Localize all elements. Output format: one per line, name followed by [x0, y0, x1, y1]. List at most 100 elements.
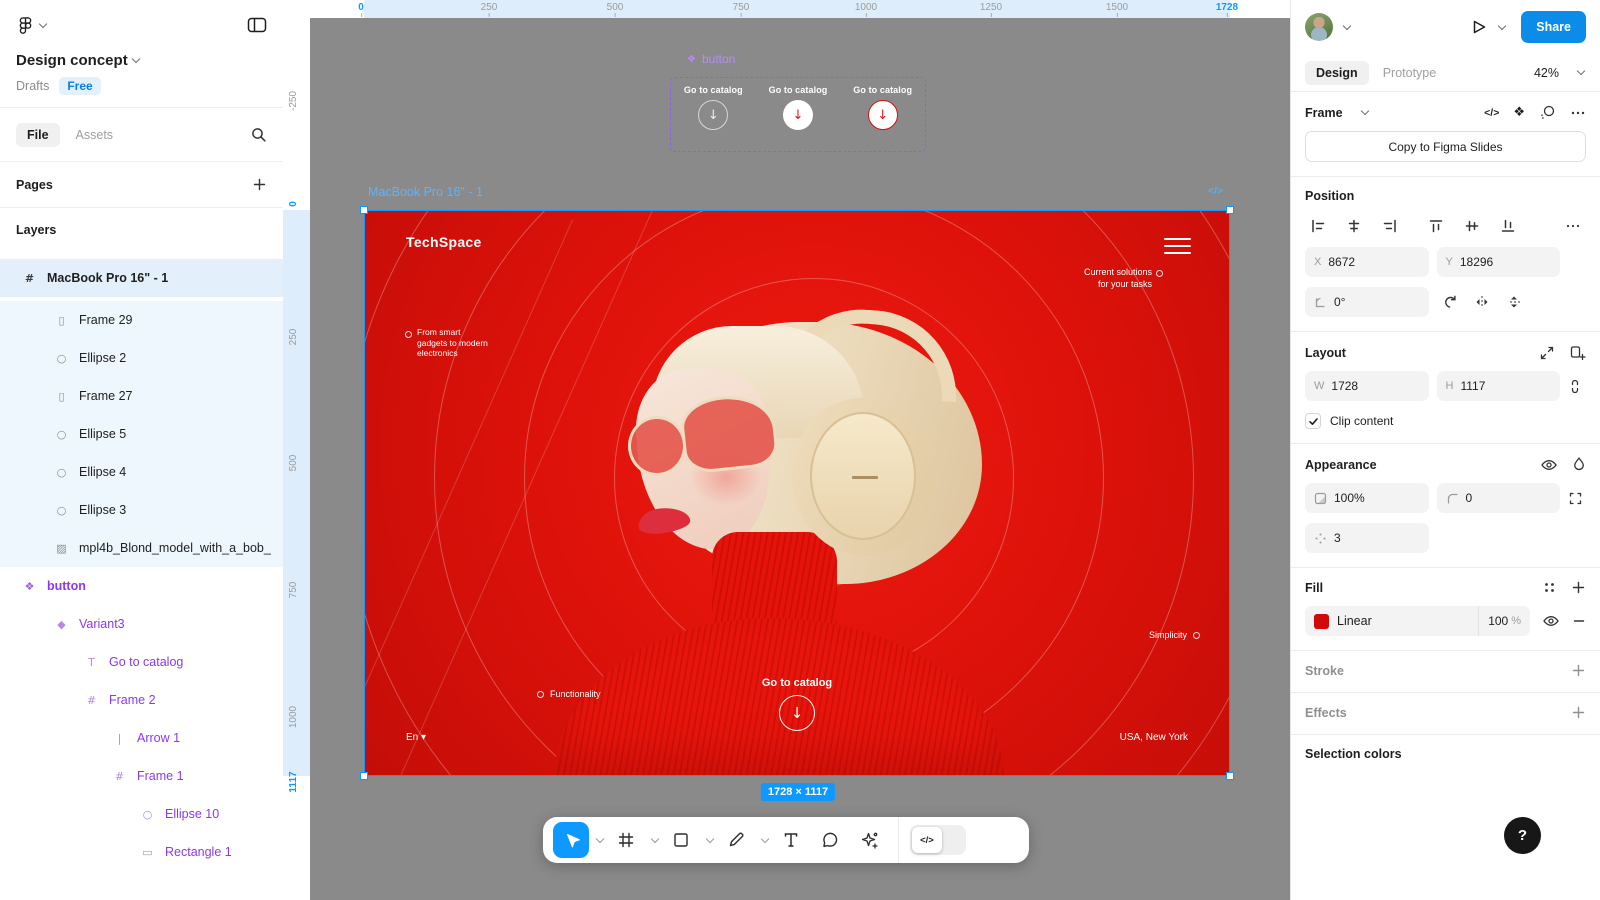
layer-row[interactable]: | Arrow 1: [0, 719, 283, 757]
chevron-down-icon[interactable]: [651, 834, 659, 842]
frame-tool-button[interactable]: [608, 822, 644, 858]
use-as-mask-icon[interactable]: [1539, 104, 1556, 121]
height-field[interactable]: H 1117: [1437, 371, 1561, 401]
hamburger-menu-icon[interactable]: [1164, 238, 1191, 259]
y-position-field[interactable]: Y 18296: [1437, 247, 1561, 277]
align-h-center-button[interactable]: [1341, 215, 1367, 237]
component-set-container[interactable]: Go to catalog ↓ Go to catalog ↓ Go to ca…: [670, 77, 926, 152]
user-avatar[interactable]: [1305, 13, 1333, 41]
layer-row[interactable]: ❖ button: [0, 567, 283, 605]
chevron-down-icon[interactable]: [1343, 21, 1351, 29]
align-top-button[interactable]: [1423, 215, 1449, 237]
tab-assets[interactable]: Assets: [76, 128, 114, 142]
layer-row[interactable]: T Go to catalog: [0, 643, 283, 681]
component-set-label[interactable]: ❖ button: [687, 52, 735, 66]
rotate-icon[interactable]: [1437, 289, 1463, 315]
breadcrumb[interactable]: Drafts: [16, 79, 49, 93]
layer-row[interactable]: ▨ mpl4b_Blond_model_with_a_bob_: [0, 529, 283, 567]
button-variant[interactable]: Go to catalog ↓: [756, 85, 841, 151]
layer-row[interactable]: ○ Ellipse 5: [0, 415, 283, 453]
layer-row[interactable]: # MacBook Pro 16" - 1: [0, 259, 283, 297]
zoom-level[interactable]: 42%: [1534, 66, 1559, 80]
flip-horizontal-icon[interactable]: [1469, 289, 1495, 315]
fill-color-swatch[interactable]: [1314, 614, 1329, 629]
frame-macbook-pro[interactable]: TechSpace Current solutionsfor your task…: [364, 210, 1230, 776]
tab-prototype[interactable]: Prototype: [1383, 66, 1437, 80]
cta-circle-button[interactable]: ↓: [779, 695, 815, 731]
selection-type[interactable]: Frame: [1305, 106, 1343, 120]
styles-icon[interactable]: [1542, 580, 1557, 595]
add-page-button[interactable]: [252, 177, 267, 192]
chevron-down-icon[interactable]: [706, 834, 714, 842]
copy-to-slides-button[interactable]: Copy to Figma Slides: [1305, 131, 1586, 162]
layer-row[interactable]: ○ Ellipse 4: [0, 453, 283, 491]
help-button[interactable]: ?: [1504, 817, 1541, 854]
search-button[interactable]: [250, 126, 267, 143]
chevron-down-icon[interactable]: [1577, 67, 1585, 75]
constrain-proportions-icon[interactable]: [1568, 378, 1586, 395]
layer-row[interactable]: ○ Ellipse 10: [0, 795, 283, 833]
button-variant[interactable]: Go to catalog ↓: [840, 85, 925, 151]
width-field[interactable]: W 1728: [1305, 371, 1429, 401]
x-position-field[interactable]: X 8672: [1305, 247, 1429, 277]
align-bottom-button[interactable]: [1495, 215, 1521, 237]
flip-vertical-icon[interactable]: [1501, 289, 1527, 315]
dev-mode-frame-icon[interactable]: </>: [1208, 185, 1223, 197]
add-stroke-icon[interactable]: [1571, 663, 1586, 678]
more-icon[interactable]: [1570, 105, 1586, 121]
add-fill-icon[interactable]: [1571, 580, 1586, 595]
shape-tool-button[interactable]: [663, 822, 699, 858]
tab-file[interactable]: File: [16, 123, 60, 147]
dev-mode-toggle[interactable]: </>: [910, 825, 966, 855]
layer-row[interactable]: ▭ Rectangle 1: [0, 833, 283, 871]
resize-to-fit-icon[interactable]: [1539, 345, 1555, 361]
remove-fill-icon[interactable]: [1572, 614, 1586, 628]
add-auto-layout-icon[interactable]: [1569, 344, 1586, 361]
align-left-button[interactable]: [1305, 215, 1331, 237]
create-component-icon[interactable]: ❖: [1513, 105, 1525, 120]
title-chevron-icon[interactable]: [131, 55, 139, 63]
fill-color-row[interactable]: Linear: [1305, 614, 1478, 629]
canvas[interactable]: ❖ button Go to catalog ↓ Go to catalog ↓: [283, 0, 1290, 900]
corner-radius-field[interactable]: 0: [1437, 483, 1561, 513]
chevron-down-icon[interactable]: [761, 834, 769, 842]
comment-tool-button[interactable]: [812, 822, 848, 858]
fill-opacity-field[interactable]: 100 %: [1478, 606, 1530, 636]
clip-content-checkbox[interactable]: [1305, 413, 1321, 429]
layer-row[interactable]: ▯ Frame 27: [0, 377, 283, 415]
expand-icon[interactable]: [1568, 491, 1586, 506]
corner-count-field[interactable]: 3: [1305, 523, 1429, 553]
share-button[interactable]: Share: [1521, 11, 1586, 43]
visibility-eye-icon[interactable]: [1540, 457, 1558, 473]
chevron-down-icon[interactable]: [1360, 107, 1368, 115]
layer-row[interactable]: ▯ Frame 29: [0, 301, 283, 339]
frame-title[interactable]: MacBook Pro 16" - 1: [368, 185, 483, 199]
tab-design[interactable]: Design: [1305, 61, 1369, 85]
move-tool-button[interactable]: [553, 822, 589, 858]
cta-go-to-catalog[interactable]: Go to catalog ↓: [364, 677, 1230, 731]
chevron-down-icon[interactable]: [1498, 21, 1506, 29]
code-icon[interactable]: </>: [1484, 107, 1499, 119]
layer-row[interactable]: ◆ Variant3: [0, 605, 283, 643]
align-right-button[interactable]: [1377, 215, 1403, 237]
language-selector[interactable]: En ▾: [406, 732, 426, 743]
figma-menu-button[interactable]: [16, 16, 48, 35]
text-tool-button[interactable]: [773, 822, 809, 858]
pen-tool-button[interactable]: [718, 822, 754, 858]
layer-row[interactable]: ○ Ellipse 2: [0, 339, 283, 377]
layer-row[interactable]: # Frame 2: [0, 681, 283, 719]
opacity-field[interactable]: 100%: [1305, 483, 1429, 513]
present-button[interactable]: [1468, 17, 1488, 37]
blend-drop-icon[interactable]: [1572, 456, 1586, 473]
actions-tool-button[interactable]: [851, 822, 887, 858]
chevron-down-icon[interactable]: [596, 834, 604, 842]
add-effect-icon[interactable]: [1571, 705, 1586, 720]
layer-row[interactable]: ○ Ellipse 3: [0, 491, 283, 529]
toggle-panel-button[interactable]: [247, 16, 267, 34]
align-v-center-button[interactable]: [1459, 215, 1485, 237]
layer-row[interactable]: # Frame 1: [0, 757, 283, 795]
more-alignment-icon[interactable]: [1560, 215, 1586, 237]
button-variant[interactable]: Go to catalog ↓: [671, 85, 756, 151]
fill-visibility-eye-icon[interactable]: [1542, 613, 1560, 629]
rotation-field[interactable]: 0°: [1305, 287, 1429, 317]
